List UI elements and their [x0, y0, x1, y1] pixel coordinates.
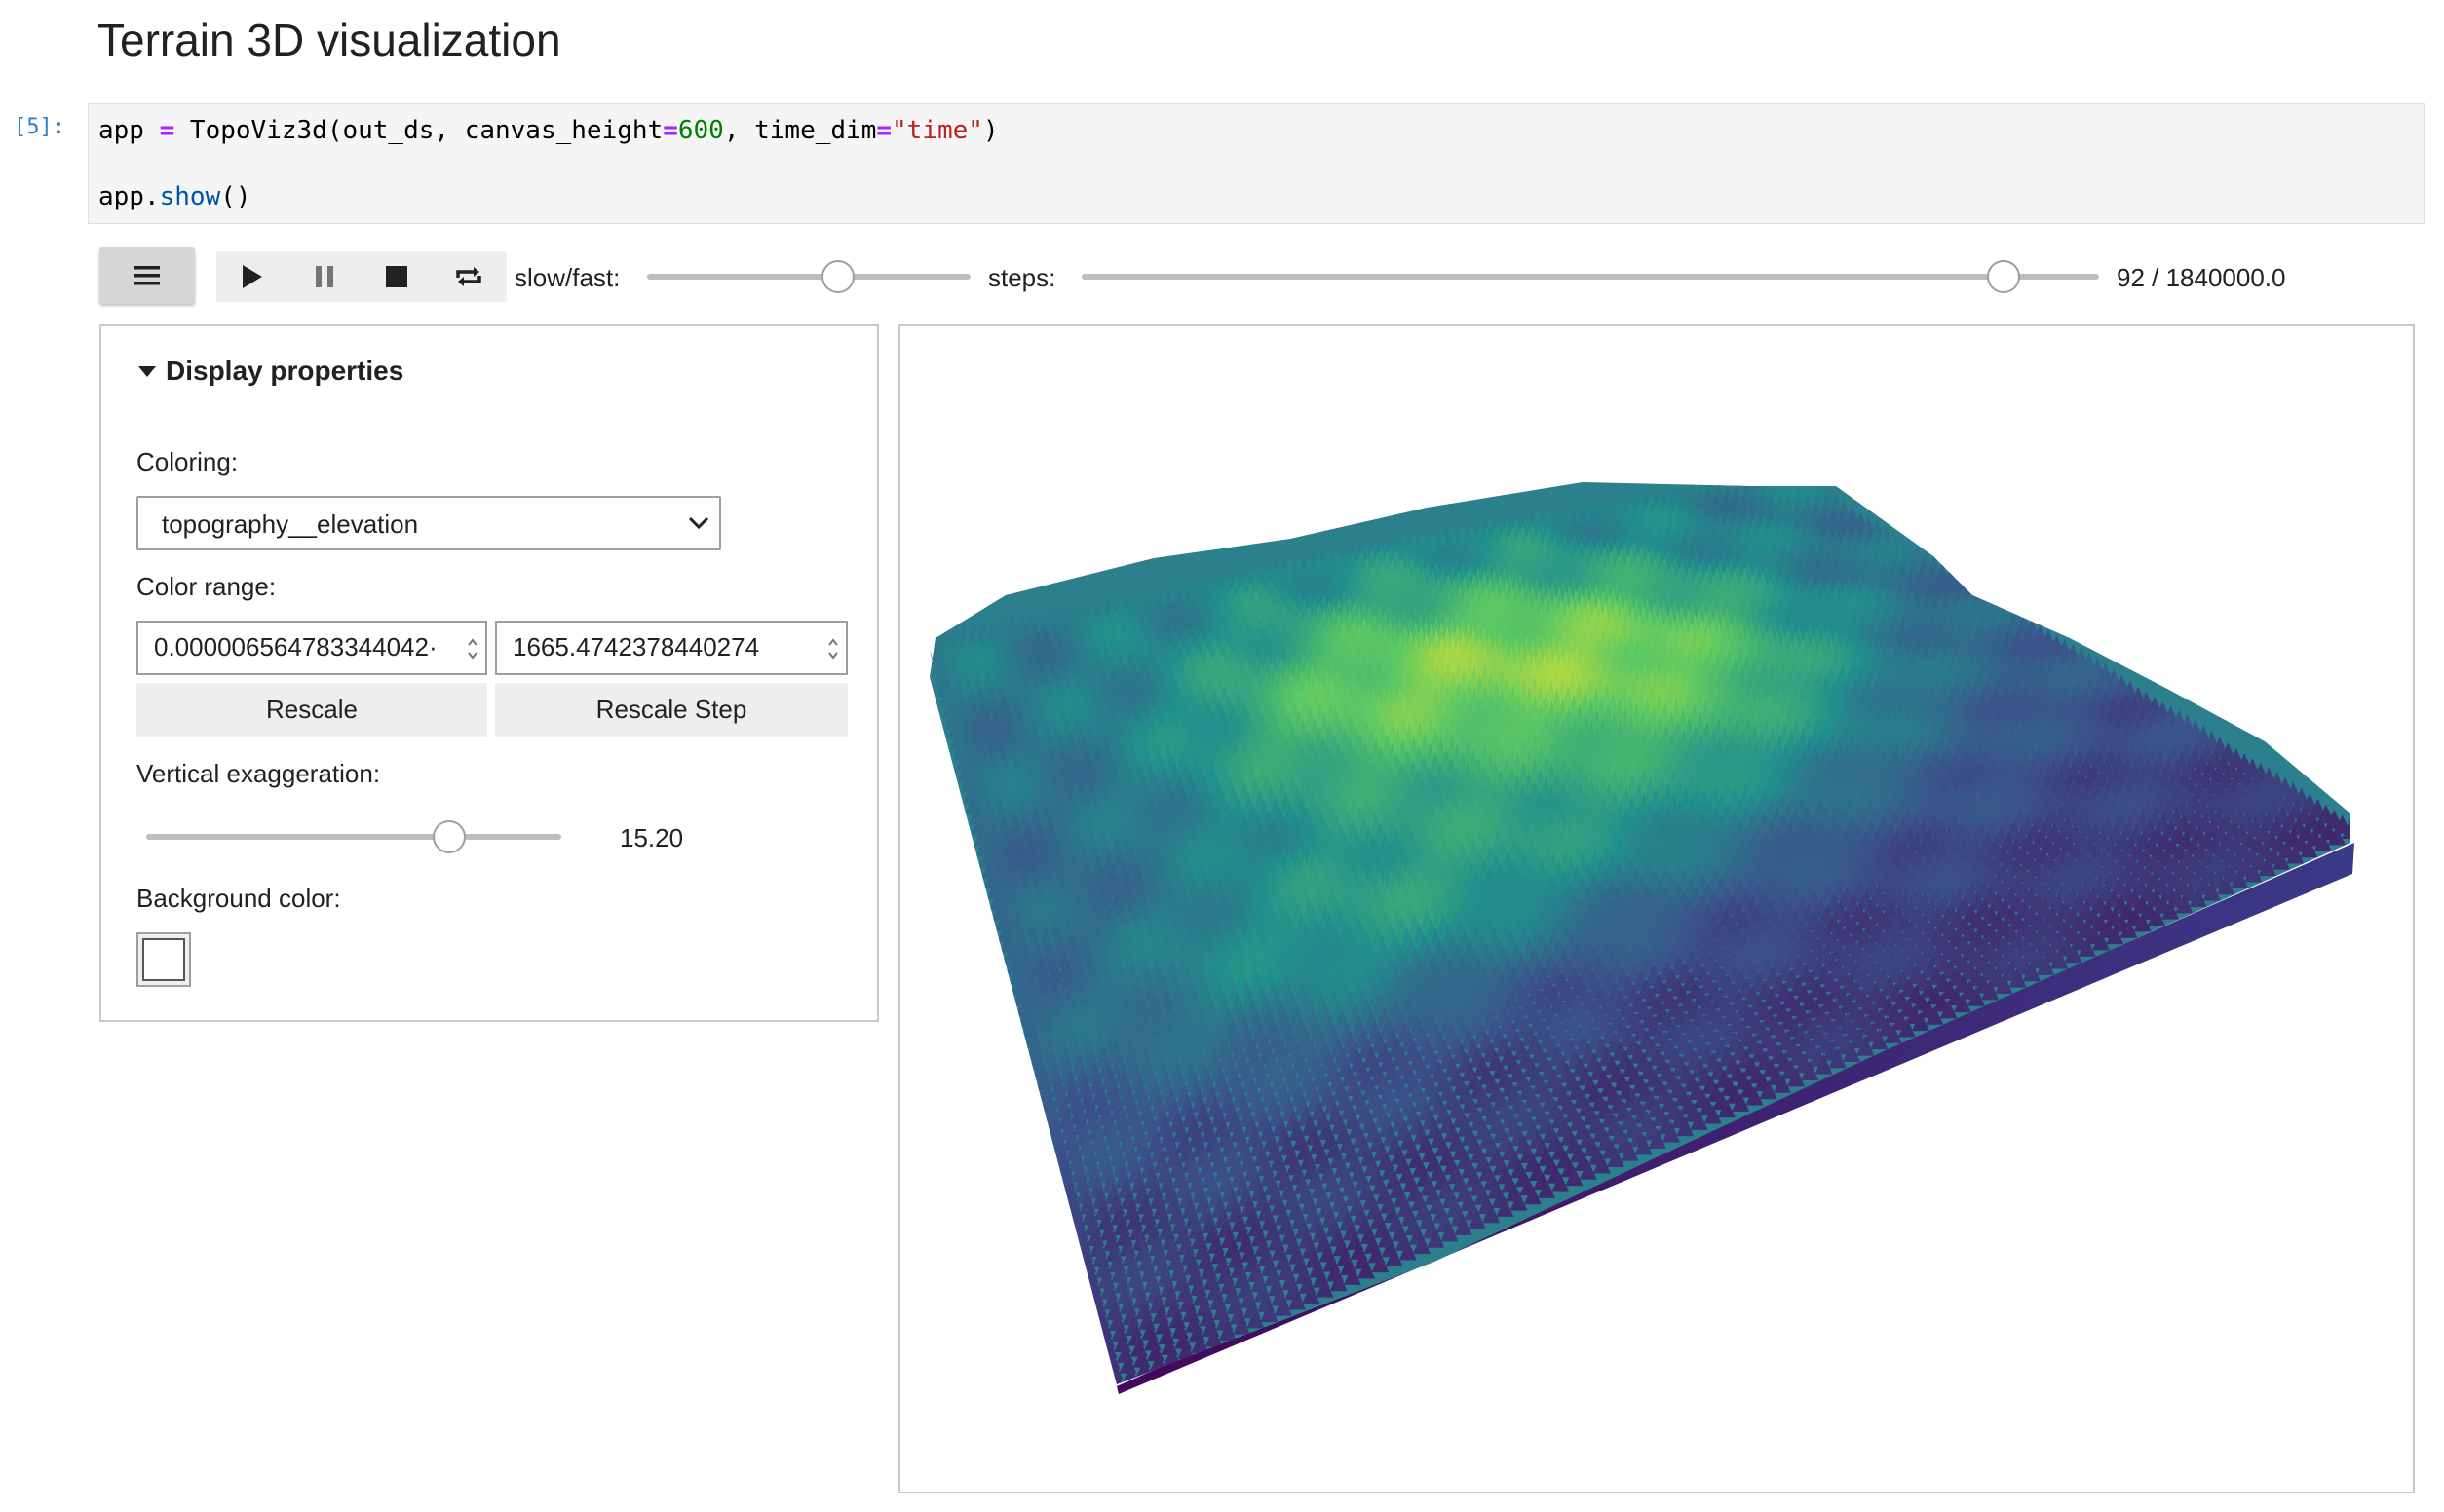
repeat-icon	[456, 267, 481, 286]
play-icon	[243, 265, 262, 288]
speed-label: slow/fast:	[515, 263, 621, 292]
color-range-label: Color range:	[136, 572, 277, 601]
speed-slider[interactable]	[647, 257, 971, 296]
rescale-step-button[interactable]: Rescale Step	[495, 683, 848, 737]
code-cell[interactable]: app = TopoViz3d(out_ds, canvas_height=60…	[88, 103, 2425, 224]
steps-label: steps:	[988, 263, 1056, 292]
playback-controls	[216, 251, 507, 302]
panel-title: Display properties	[166, 356, 404, 386]
chevron-down-icon	[688, 516, 709, 530]
background-color-label: Background color:	[136, 884, 341, 913]
speed-slider-handle[interactable]	[821, 260, 855, 293]
terrain-peak	[1778, 482, 1796, 488]
display-properties-panel: Display properties Coloring: topography_…	[99, 324, 879, 1022]
repeat-button[interactable]	[433, 251, 505, 302]
terrain-3d-canvas[interactable]	[898, 324, 2415, 1493]
stop-icon	[386, 266, 407, 287]
display-properties-header[interactable]: Display properties	[138, 356, 528, 389]
rescale-button[interactable]: Rescale	[136, 683, 487, 737]
steps-slider-handle[interactable]	[1987, 260, 2021, 293]
stop-button[interactable]	[361, 251, 433, 302]
color-range-min-value: 0.000006564783344042·	[154, 632, 438, 662]
background-color-swatch	[142, 938, 185, 981]
vertical-exaggeration-label: Vertical exaggeration:	[136, 759, 381, 788]
color-range-min-input[interactable]: 0.000006564783344042·	[136, 621, 487, 675]
coloring-select-value: topography__elevation	[162, 510, 419, 539]
coloring-select[interactable]: topography__elevation	[136, 496, 721, 550]
color-range-max-value: 1665.4742378440274	[513, 632, 760, 662]
steps-readout: 92 / 1840000.0	[2117, 263, 2286, 292]
terrain-surface	[930, 482, 2354, 1394]
code-line-1: app = TopoViz3d(out_ds, canvas_height=60…	[98, 116, 999, 145]
spinner-icon[interactable]	[821, 623, 846, 673]
pause-icon	[316, 266, 333, 287]
play-button[interactable]	[216, 251, 288, 302]
code-line-2: app.show()	[98, 182, 251, 211]
pause-button[interactable]	[288, 251, 361, 302]
menu-toggle-button[interactable]	[99, 247, 195, 304]
exaggeration-slider-handle[interactable]	[433, 820, 466, 853]
exaggeration-slider-track	[146, 834, 561, 840]
terrain-ridges	[930, 482, 2350, 1384]
cell-prompt: [5]:	[14, 115, 65, 139]
steps-slider-track	[1082, 274, 2099, 280]
color-range-max-input[interactable]: 1665.4742378440274	[495, 621, 848, 675]
background-color-picker[interactable]	[136, 932, 191, 987]
spinner-icon[interactable]	[460, 623, 485, 673]
steps-slider[interactable]	[1082, 257, 2099, 296]
caret-down-icon	[138, 366, 156, 377]
page-title: Terrain 3D visualization	[97, 15, 561, 65]
vertical-exaggeration-value: 15.20	[620, 823, 684, 852]
coloring-label: Coloring:	[136, 447, 239, 476]
vertical-exaggeration-slider[interactable]	[146, 817, 561, 856]
speed-slider-track	[647, 274, 971, 280]
hamburger-icon	[134, 266, 160, 285]
